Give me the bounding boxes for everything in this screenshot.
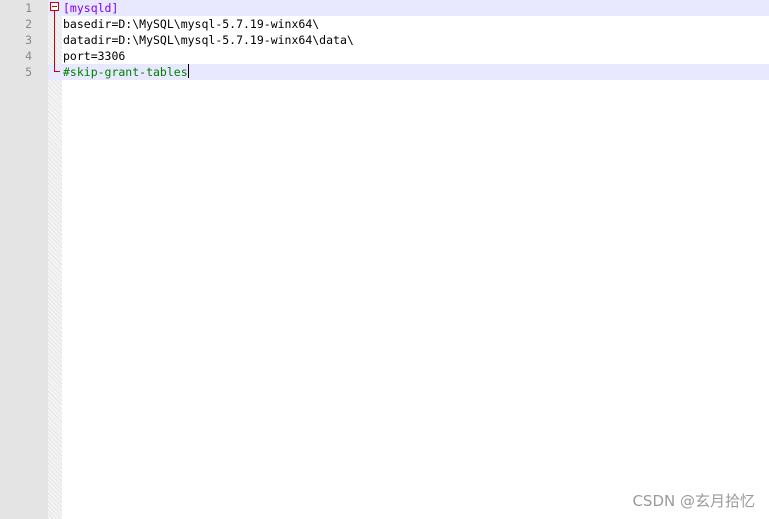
line-numbers: 1 2 3 4 5 xyxy=(0,0,32,80)
line-number: 2 xyxy=(25,17,32,31)
line-number: 1 xyxy=(25,1,32,15)
fold-collapse-icon[interactable] xyxy=(50,2,59,11)
text-caret xyxy=(187,64,189,78)
fold-range-line xyxy=(54,11,55,72)
fold-end-marker xyxy=(54,71,60,72)
watermark: CSDN @玄月拾忆 xyxy=(632,492,755,510)
code-line-basedir[interactable]: basedir=D:\MySQL\mysql-5.7.19-winx64\ xyxy=(63,16,354,32)
comment-text: #skip-grant-tables xyxy=(63,65,188,79)
code-line-comment[interactable]: #skip-grant-tables xyxy=(63,64,354,80)
code-area[interactable]: [mysqld] basedir=D:\MySQL\mysql-5.7.19-w… xyxy=(63,0,354,80)
line-number: 3 xyxy=(25,33,32,47)
code-line-port[interactable]: port=3306 xyxy=(63,48,354,64)
line-number: 4 xyxy=(25,49,32,63)
code-line-datadir[interactable]: datadir=D:\MySQL\mysql-5.7.19-winx64\dat… xyxy=(63,32,354,48)
text-editor: 1 2 3 4 5 [mysqld] basedir=D:\MySQL\mysq… xyxy=(0,0,769,519)
line-number: 5 xyxy=(25,65,32,79)
line-number-gutter: 1 2 3 4 5 xyxy=(0,0,48,519)
code-line-section-header[interactable]: [mysqld] xyxy=(63,0,354,16)
